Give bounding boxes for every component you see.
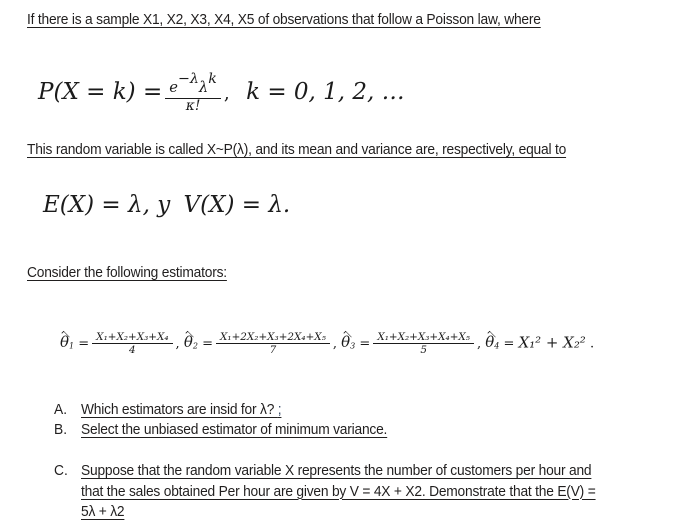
variance-value: λ. xyxy=(268,192,291,218)
theta4-expression: X₁² + X₂² xyxy=(518,333,586,352)
theta3-numerator: X₁+X₂+X₃+X₄+X₅ xyxy=(373,332,474,345)
theta4-equals: = xyxy=(503,336,515,352)
theta1-fraction: X₁+X₂+X₃+X₄ 4 xyxy=(92,332,173,357)
theta2-symbol: θ xyxy=(183,333,193,352)
pmf-num-e: e xyxy=(169,78,178,96)
theta3-denominator: 5 xyxy=(420,344,427,357)
moments-formula: E(X) = λ, y V(X) = λ. xyxy=(43,194,290,217)
theta1-numerator: X₁+X₂+X₃+X₄ xyxy=(92,332,173,345)
theta2-equals: = xyxy=(202,336,213,352)
theta2-numerator: X₁+2X₂+X₃+2X₄+X₅ xyxy=(216,332,330,345)
theta3-separator: , xyxy=(476,336,482,352)
estimator-3: θ3 xyxy=(341,330,356,352)
estimator-1: θ1 xyxy=(60,330,75,352)
estimator-4: θ4 xyxy=(485,330,500,352)
pmf-lhs: P(X = k) = xyxy=(38,78,163,105)
theta2-denominator: 7 xyxy=(269,344,277,357)
question-c-line-3: 5λ + λ2 xyxy=(81,504,125,520)
theta3-fraction: X₁+X₂+X₃+X₄+X₅ 5 xyxy=(373,332,474,356)
theta4-index: 4 xyxy=(494,341,500,351)
estimator-2: θ2 xyxy=(183,330,198,352)
pmf-denominator: κ! xyxy=(185,97,201,114)
poisson-pmf-formula: P(X = k) = e−λλk κ! , k = 0, 1, 2, … xyxy=(38,72,405,114)
estimators-intro-paragraph: Consider the following estimators: xyxy=(27,265,227,281)
question-b-line-1: Select the unbiased estimator of minimum… xyxy=(81,422,388,438)
pmf-num-lambda: λ xyxy=(198,78,209,96)
question-b-letter: B. xyxy=(54,422,68,438)
question-item-b: B. Select the unbiased estimator of mini… xyxy=(54,420,405,441)
pmf-numerator: e−λλk xyxy=(165,72,221,99)
pmf-fraction: e−λλk κ! xyxy=(165,72,221,114)
variance-lhs: V(X) = xyxy=(183,192,262,218)
question-item-a: A. Which estimators are insid for λ? ; xyxy=(54,400,293,421)
expectation-lhs: E(X) = xyxy=(43,192,121,218)
theta1-equals: = xyxy=(78,336,90,352)
question-a-line-1: Which estimators are insid for λ? ; xyxy=(81,402,282,418)
question-c-line-1: Suppose that the random variable X repre… xyxy=(81,463,592,479)
mean-variance-paragraph: This random variable is called X~P(λ), a… xyxy=(27,142,567,158)
theta1-index: 1 xyxy=(69,341,75,351)
question-b-body: Select the unbiased estimator of minimum… xyxy=(81,420,387,441)
theta1-symbol: θ xyxy=(60,333,69,352)
theta2-fraction: X₁+2X₂+X₃+2X₄+X₅ 7 xyxy=(216,332,330,356)
pmf-support: k = 0, 1, 2, … xyxy=(246,78,405,105)
question-c-body: Suppose that the random variable X repre… xyxy=(81,461,596,523)
question-c-letter: C. xyxy=(54,463,68,479)
moments-conjunction: , y xyxy=(142,192,171,218)
intro-paragraph: If there is a sample X1, X2, X3, X4, X5 … xyxy=(27,12,541,28)
question-a-letter: A. xyxy=(54,402,68,418)
theta1-separator: , xyxy=(175,336,180,352)
pmf-num-lambda-exponent: k xyxy=(208,71,217,87)
theta3-symbol: θ xyxy=(341,333,351,352)
question-item-c: C. Suppose that the random variable X re… xyxy=(54,461,626,523)
pmf-num-e-exponent: −λ xyxy=(177,71,199,87)
question-c-line-2: that the sales obtained Per hour are giv… xyxy=(81,483,596,500)
theta4-symbol: θ xyxy=(485,333,495,352)
theta3-index: 3 xyxy=(350,341,356,351)
pmf-comma: , xyxy=(223,82,230,104)
theta4-terminator: . xyxy=(589,336,595,352)
theta2-index: 2 xyxy=(192,341,198,351)
question-a-trailing-semicolon: ; xyxy=(277,402,282,418)
theta2-separator: , xyxy=(332,336,338,352)
theta1-denominator: 4 xyxy=(129,344,136,357)
expectation-value: λ xyxy=(128,192,143,218)
estimators-formula-row: θ1 = X₁+X₂+X₃+X₄ 4 , θ2 = X₁+2X₂+X₃+2X₄+… xyxy=(60,330,595,357)
document-page: If there is a sample X1, X2, X3, X4, X5 … xyxy=(0,0,700,528)
question-a-body: Which estimators are insid for λ? ; xyxy=(81,400,282,421)
theta3-equals: = xyxy=(359,336,371,352)
